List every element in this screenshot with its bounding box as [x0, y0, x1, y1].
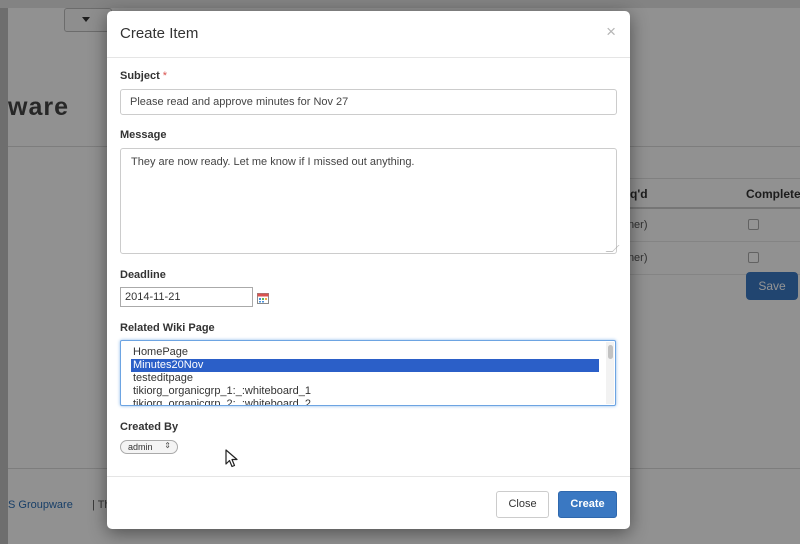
created-by-label: Created By	[120, 421, 179, 433]
close-button[interactable]: Close	[496, 491, 549, 518]
close-icon[interactable]: ×	[606, 23, 616, 40]
create-item-modal: Create Item × Subject* Message They are …	[107, 11, 630, 529]
mouse-pointer-icon	[225, 449, 238, 468]
related-wiki-listbox[interactable]: HomePage Minutes20Nov testeditpage tikio…	[120, 340, 616, 406]
subject-label: Subject *	[120, 70, 167, 82]
subject-label-text: Subject	[120, 70, 160, 82]
modal-title: Create Item	[120, 25, 199, 42]
related-wiki-label: Related Wiki Page	[120, 322, 215, 334]
deadline-label: Deadline	[120, 269, 166, 281]
created-by-select[interactable]: admin ⇕	[120, 440, 178, 454]
list-item[interactable]: testeditpage	[131, 372, 599, 385]
list-item-selected[interactable]: Minutes20Nov	[131, 359, 599, 372]
message-label: Message	[120, 129, 167, 141]
required-marker: *	[162, 70, 168, 82]
created-by-value: admin	[128, 442, 153, 452]
scrollbar-thumb[interactable]	[608, 345, 613, 359]
calendar-icon[interactable]	[257, 292, 269, 304]
modal-footer: Close Create	[107, 476, 630, 530]
list-item[interactable]: tikiorg_organicgrp_2:_:whiteboard_2	[131, 398, 599, 405]
list-item[interactable]: tikiorg_organicgrp_1:_:whiteboard_1	[131, 385, 599, 398]
subject-input[interactable]	[120, 89, 617, 115]
message-textarea[interactable]: They are now ready. Let me know if I mis…	[120, 148, 617, 254]
deadline-input[interactable]	[120, 287, 253, 307]
modal-header: Create Item ×	[107, 11, 630, 58]
list-item[interactable]: HomePage	[131, 346, 599, 359]
select-arrows-icon: ⇕	[164, 441, 171, 450]
create-button[interactable]: Create	[558, 491, 617, 518]
